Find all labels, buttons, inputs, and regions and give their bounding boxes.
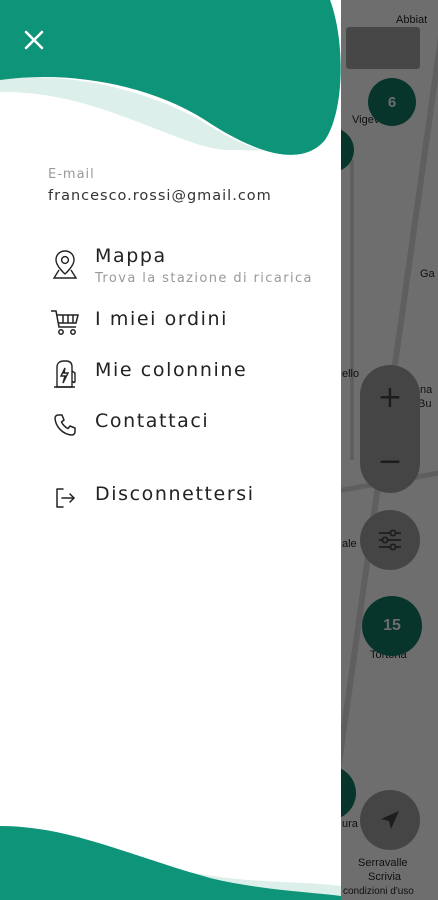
menu-item-map[interactable]: Mappa Trova la stazione di ricarica (48, 243, 340, 286)
close-icon (24, 30, 44, 50)
cart-icon (48, 306, 82, 340)
charging-station-icon (48, 357, 82, 391)
phone-icon (48, 408, 82, 442)
email-label: E-mail (48, 167, 95, 182)
menu-item-my-stations[interactable]: Mie colonnine (48, 357, 340, 391)
menu-item-label: Mappa (95, 245, 167, 267)
menu-item-logout[interactable]: Disconnettersi (48, 481, 340, 515)
email-value: francesco.rossi@gmail.com (48, 188, 272, 204)
footer-wave (0, 826, 341, 900)
header-wave (0, 0, 341, 155)
menu-item-label: Mie colonnine (95, 359, 248, 381)
menu-item-contact[interactable]: Contattaci (48, 408, 340, 442)
map-pin-icon (48, 247, 82, 281)
menu-item-label: Contattaci (95, 410, 210, 432)
menu-item-orders[interactable]: I miei ordini (48, 306, 340, 340)
menu-item-subtitle: Trova la stazione di ricarica (95, 271, 313, 286)
close-drawer-button[interactable] (18, 24, 50, 56)
menu-item-label: I miei ordini (95, 308, 229, 330)
navigation-drawer: E-mail francesco.rossi@gmail.com Mappa T… (0, 0, 341, 900)
menu-item-label: Disconnettersi (95, 483, 255, 505)
logout-icon (48, 481, 82, 515)
